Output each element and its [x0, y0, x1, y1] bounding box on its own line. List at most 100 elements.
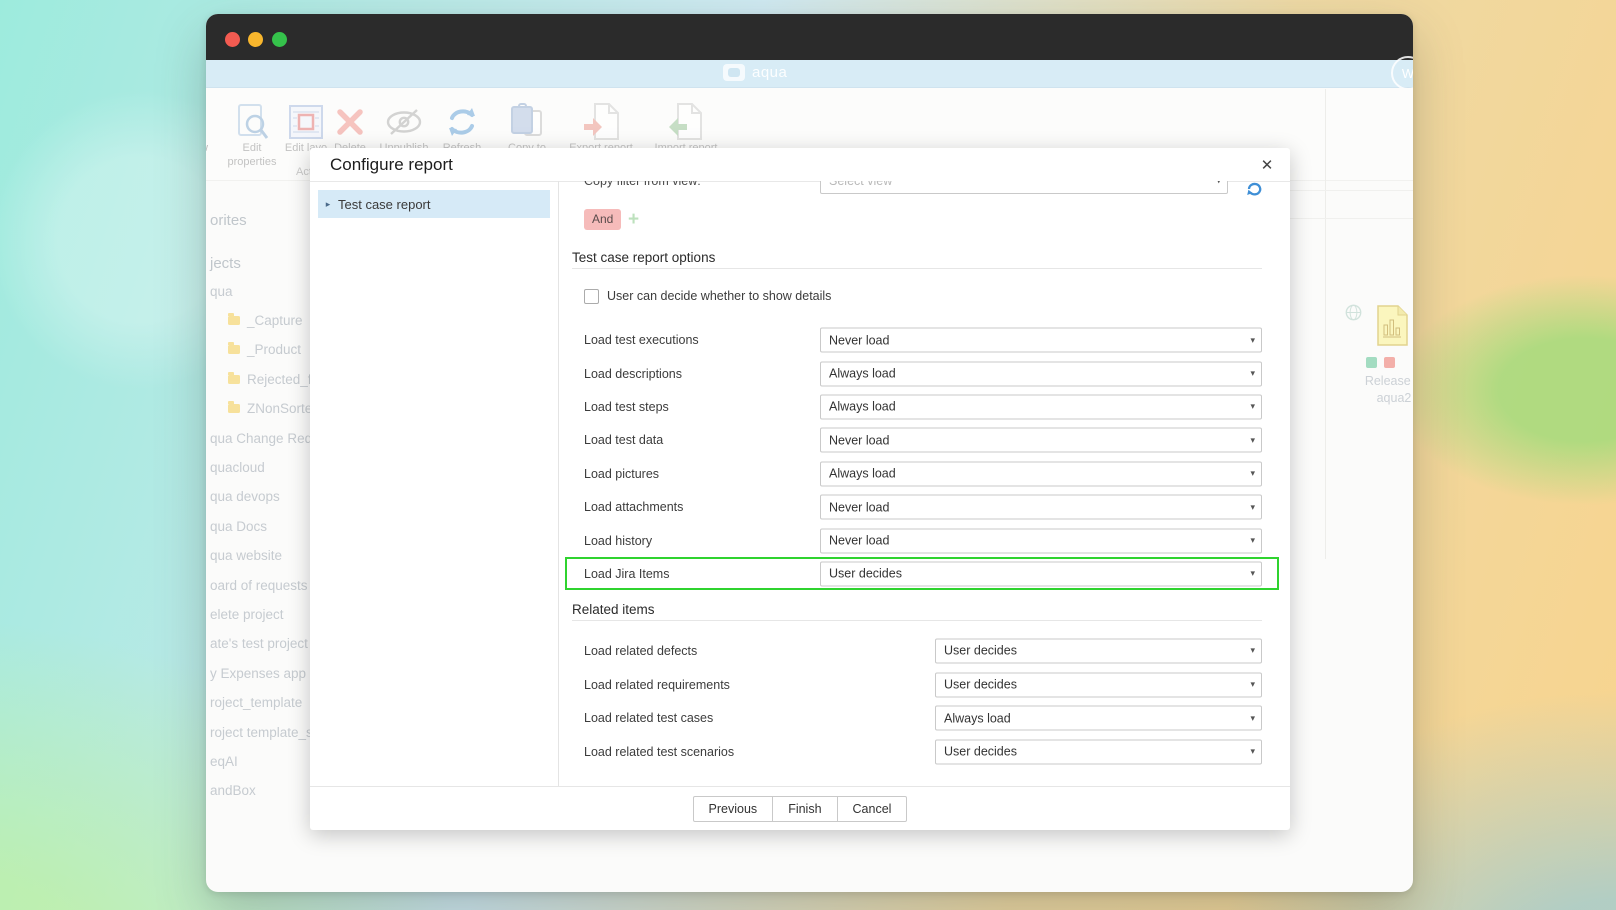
dropdown-value: Never load [829, 534, 889, 548]
dropdown-value: User decides [944, 644, 1017, 658]
load-option-row: Load Jira Items User decides▾ [565, 557, 1279, 590]
app-window: aqua W Edit propertiesEdit layoActDelete… [206, 14, 1413, 892]
user-avatar[interactable]: W [1391, 56, 1413, 90]
load-test-executions-dropdown[interactable]: Never load▾ [820, 328, 1262, 353]
load-descriptions-dropdown[interactable]: Always load▾ [820, 361, 1262, 386]
sidebar-item-label: roject template_s [210, 725, 313, 740]
import-report-icon [654, 102, 718, 142]
folder-icon [228, 404, 240, 413]
previous-button[interactable]: Previous [693, 796, 774, 822]
add-filter-icon[interactable]: + [628, 209, 639, 231]
refresh-icon [430, 102, 494, 142]
load-option-row: Load pictures Always load▾ [565, 457, 1279, 490]
report-file-icon[interactable] [1377, 305, 1408, 351]
load-history-dropdown[interactable]: Never load ▾ [820, 528, 1262, 553]
load-option-row: Load test steps Always load▾ [565, 390, 1279, 423]
load-test-data-dropdown[interactable]: Never load ▾ [820, 428, 1262, 453]
globe-icon [1345, 304, 1362, 326]
toolbar-button-label: Edit properties [224, 142, 280, 170]
dropdown-caret-icon: ▾ [1250, 679, 1255, 690]
toolbar-partial-label: w [206, 142, 208, 154]
load-option-row: Load descriptionsAlways load▾ [565, 357, 1279, 390]
minimize-traffic-light[interactable] [248, 32, 263, 47]
close-traffic-light[interactable] [225, 32, 240, 47]
expander-arrow-icon[interactable]: ▸ [318, 199, 338, 210]
load-test-steps-dropdown[interactable]: Always load▾ [820, 394, 1262, 419]
dialog-title: Configure report [330, 155, 453, 175]
dropdown-value: User decides [944, 678, 1017, 692]
folder-icon [228, 345, 240, 354]
dropdown-value: Never load [829, 333, 889, 347]
options-section-divider [572, 268, 1262, 269]
option-label: Load attachments [584, 500, 683, 514]
load-pictures-dropdown[interactable]: Always load▾ [820, 461, 1262, 486]
copy-filter-view-dropdown[interactable]: Select view ▾ [820, 181, 1228, 194]
dropdown-value: User decides [944, 745, 1017, 759]
dropdown-caret-icon: ▾ [1250, 746, 1255, 757]
load-related-test-cases-dropdown[interactable]: Always load▾ [935, 706, 1262, 731]
delete-mini-icon[interactable] [1384, 357, 1395, 368]
sidebar-item-label: qua Change Requ [210, 431, 320, 446]
configure-report-dialog: Configure report ✕ ▸ Test case report Co… [310, 148, 1290, 830]
background-grid-line [1290, 218, 1413, 219]
load-related-requirements-dropdown[interactable]: User decides ▾ [935, 672, 1262, 697]
report-file-name-line2: aqua2 [1334, 391, 1413, 405]
sidebar-item-label: jects [210, 255, 241, 272]
dropdown-caret-icon: ▾ [1250, 568, 1255, 579]
copy-to-icon [495, 102, 559, 142]
load-option-row: Load attachments Never load ▾ [565, 491, 1279, 524]
sidebar-item-label: orites [210, 212, 247, 229]
finish-button[interactable]: Finish [772, 796, 837, 822]
nav-item-test-case-report[interactable]: ▸ Test case report [318, 190, 550, 218]
dropdown-caret-icon: ▾ [1250, 435, 1255, 446]
related-option-row: Load related test scenarios User decides ▾ [565, 735, 1279, 768]
option-label: Load Jira Items [584, 567, 669, 581]
dropdown-value: Never load [829, 500, 889, 514]
refresh-filter-icon[interactable] [1246, 181, 1263, 201]
dropdown-value: Always load [829, 367, 896, 381]
folder-icon [228, 375, 240, 384]
options-section-heading: Test case report options [572, 250, 715, 265]
edit-mini-icon[interactable] [1366, 357, 1377, 368]
show-details-checkbox-label: User can decide whether to show details [607, 289, 831, 303]
and-filter-chip[interactable]: And [584, 209, 621, 230]
dropdown-caret-icon: ▾ [1250, 502, 1255, 513]
option-label: Load history [584, 534, 652, 548]
dropdown-caret-icon: ▾ [1216, 181, 1221, 187]
load-attachments-dropdown[interactable]: Never load ▾ [820, 495, 1262, 520]
dropdown-value: Never load [829, 433, 889, 447]
aqua-logo-icon [723, 64, 745, 81]
sidebar-item-label: andBox [210, 783, 256, 798]
related-section-heading: Related items [572, 602, 655, 617]
folder-icon [228, 316, 240, 325]
load-option-row: Load history Never load ▾ [565, 524, 1279, 557]
aqua-logo-text: aqua [752, 64, 787, 81]
load-related-defects-dropdown[interactable]: User decides ▾ [935, 638, 1262, 663]
dropdown-caret-icon: ▾ [1250, 645, 1255, 656]
option-label: Load pictures [584, 467, 659, 481]
sidebar-item-label: qua website [210, 548, 282, 563]
load-related-test-scenarios-dropdown[interactable]: User decides ▾ [935, 739, 1262, 764]
window-titlebar [206, 14, 1413, 60]
sidebar-item-label: _Capture [247, 313, 303, 328]
dropdown-value: Always load [944, 711, 1011, 725]
zoom-traffic-light[interactable] [272, 32, 287, 47]
load-jira-items-dropdown[interactable]: User decides▾ [820, 561, 1262, 586]
close-icon[interactable]: ✕ [1257, 155, 1277, 175]
copy-filter-label: Copy filter from view: [584, 181, 701, 188]
related-option-row: Load related requirementsUser decides▾ [565, 668, 1279, 701]
option-label: Load test steps [584, 400, 669, 414]
option-label: Load related defects [584, 644, 697, 658]
sidebar-item-label: elete project [210, 607, 284, 622]
option-label: Load related test scenarios [584, 745, 734, 759]
sidebar-item-label: eqAI [210, 754, 238, 769]
nav-item-label: Test case report [338, 197, 431, 212]
sidebar-item-label: qua Docs [210, 519, 267, 534]
cancel-button[interactable]: Cancel [837, 796, 908, 822]
show-details-checkbox[interactable] [584, 289, 599, 304]
dialog-content: Copy filter from view: Select view ▾ And… [558, 181, 1290, 786]
dropdown-caret-icon: ▾ [1250, 535, 1255, 546]
sidebar-item-label: _Product [247, 342, 301, 357]
sidebar-item-label: qua [210, 284, 233, 299]
export-report-icon [569, 102, 633, 142]
